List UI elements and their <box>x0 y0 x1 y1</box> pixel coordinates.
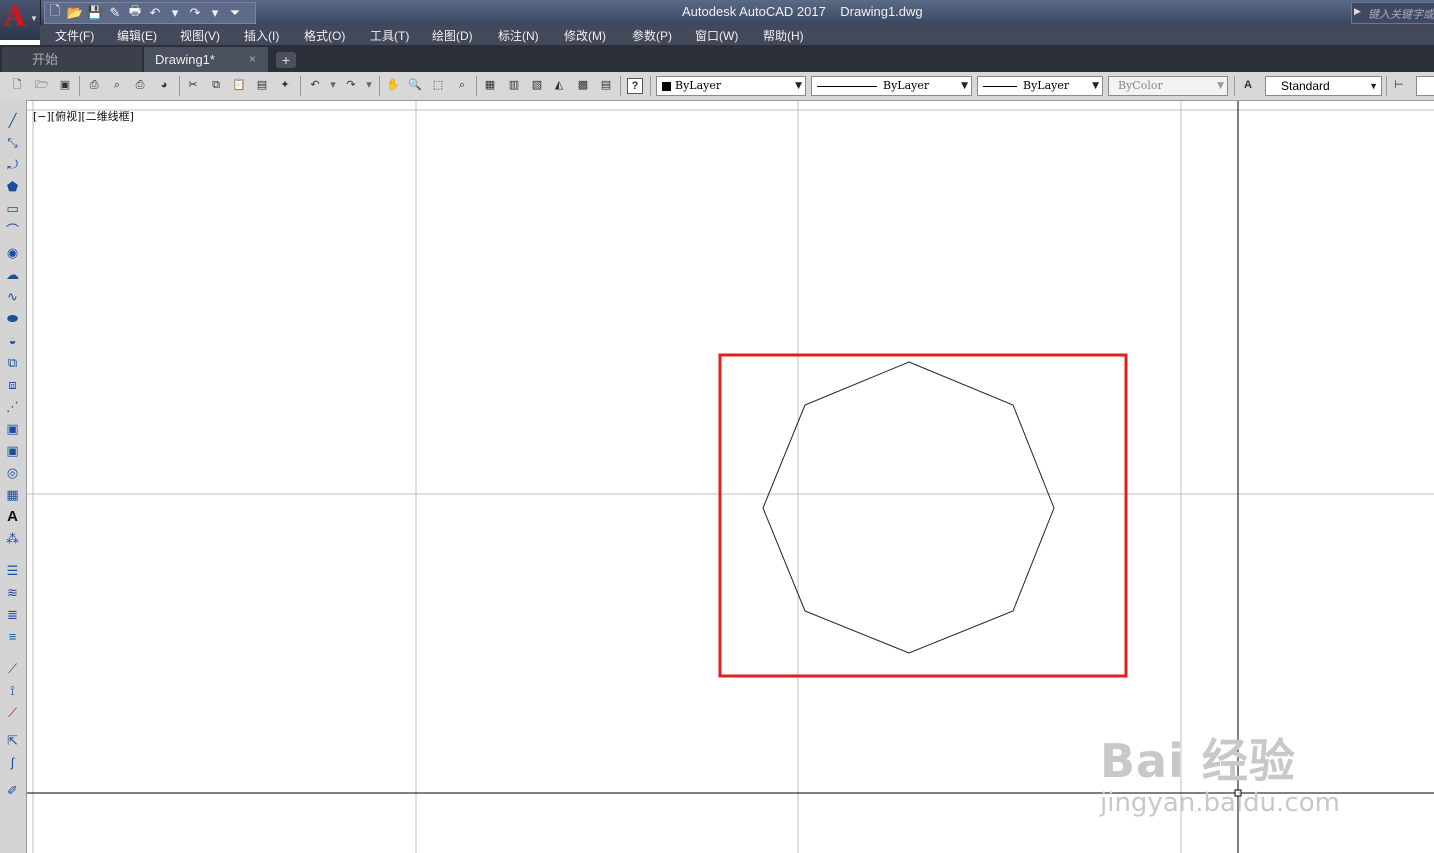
baidu-watermark-url: jingyan.baidu.com <box>1100 788 1340 818</box>
viewport-controls-label[interactable]: [−][俯视][二维线框] <box>33 108 134 124</box>
baidu-watermark: Bai 经验 <box>1100 734 1296 788</box>
highlight-box <box>718 353 1128 678</box>
octagon-shape <box>762 361 1055 654</box>
